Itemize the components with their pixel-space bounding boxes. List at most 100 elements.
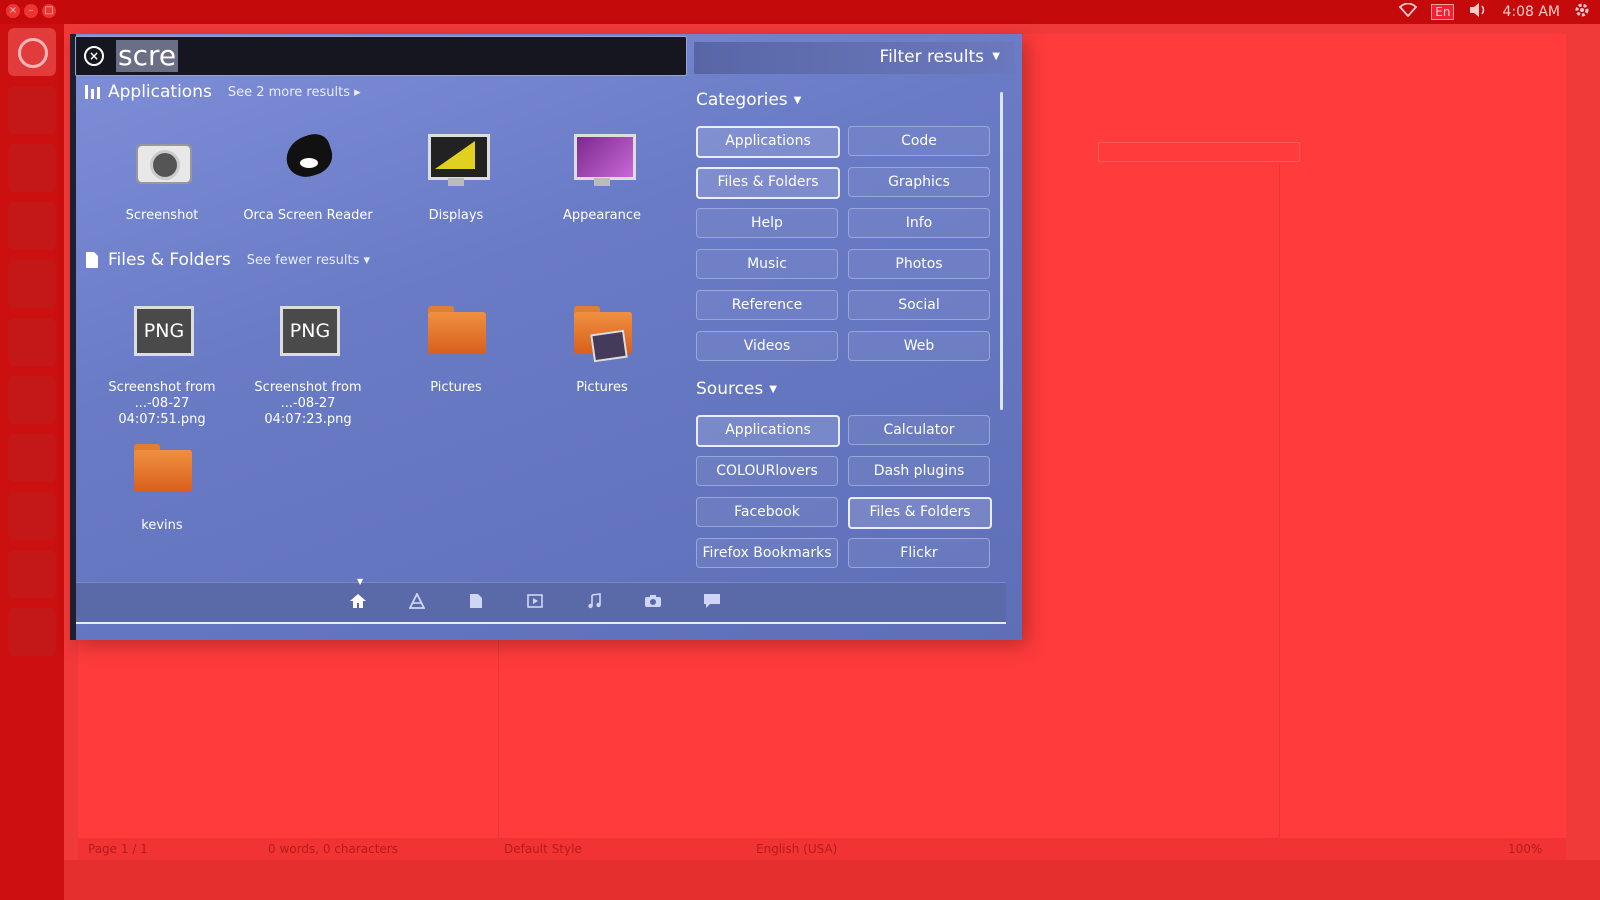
keyboard-layout-indicator[interactable]: En [1431, 4, 1455, 20]
categories-title: Categories [696, 90, 788, 110]
category-reference-button[interactable]: Reference [696, 290, 838, 320]
png-file-icon: PNG [278, 302, 340, 362]
displays-icon [426, 130, 490, 190]
categories-header[interactable]: Categories ▼ [696, 90, 801, 110]
status-zoom[interactable]: 100% [1508, 842, 1542, 856]
social-lens-icon[interactable] [702, 593, 722, 613]
files-section-title: Files & Folders [108, 250, 231, 270]
dropdown-arrow-icon: ▼ [992, 51, 1000, 62]
dash-home-button[interactable] [8, 28, 56, 76]
result-label: Pictures [576, 380, 628, 395]
source-applications-button[interactable]: Applications [696, 415, 840, 447]
category-videos-button[interactable]: Videos [696, 331, 838, 361]
indicator-area: En 4:08 AM [1398, 2, 1590, 22]
dash-border [76, 622, 1006, 624]
dash-edge [70, 34, 76, 640]
category-photos-button[interactable]: Photos [848, 249, 990, 279]
launcher-app-icon[interactable] [8, 202, 56, 250]
source-colourlovers-button[interactable]: COLOURlovers [696, 456, 838, 486]
result-label: Pictures [430, 380, 482, 395]
folder-icon [426, 302, 486, 362]
orca-icon [278, 129, 338, 190]
camera-icon [132, 130, 192, 190]
applications-section-title: Applications [108, 82, 212, 102]
wifi-icon[interactable] [1398, 2, 1418, 21]
result-screenshot-file-2[interactable]: PNG Screenshot from ...-08-27 04:07:23.pn… [238, 302, 378, 428]
see-fewer-results-link[interactable]: See fewer results ▾ [247, 253, 370, 268]
result-kevins-folder[interactable]: kevins [92, 440, 232, 534]
category-files-folders-button[interactable]: Files & Folders [696, 167, 840, 199]
result-appearance[interactable]: Appearance [532, 130, 672, 224]
filter-results-label: Filter results [879, 47, 984, 67]
search-input[interactable]: × scre [75, 36, 687, 76]
result-pictures-folder-2[interactable]: Pictures [532, 302, 672, 396]
ruler [1098, 142, 1300, 162]
launcher-browser-icon[interactable] [8, 144, 56, 192]
result-displays[interactable]: Displays [386, 130, 526, 224]
window-maximize-icon[interactable]: □ [42, 4, 56, 18]
filter-scrollbar[interactable] [1000, 92, 1003, 410]
clock[interactable]: 4:08 AM [1502, 4, 1560, 20]
appearance-icon [572, 130, 636, 190]
launcher-amazon-icon[interactable] [8, 492, 56, 540]
sources-title: Sources [696, 379, 764, 399]
source-files-folders-button[interactable]: Files & Folders [848, 497, 992, 529]
launcher-writer-icon[interactable] [8, 260, 56, 308]
category-music-button[interactable]: Music [696, 249, 838, 279]
search-query[interactable]: scre [116, 40, 179, 72]
status-word-count: 0 words, 0 characters [268, 842, 398, 856]
result-label: Displays [428, 208, 484, 223]
result-screenshot-file-1[interactable]: PNG Screenshot from ...-08-27 04:07:51.pn… [92, 302, 232, 428]
applications-icon [84, 83, 102, 101]
top-panel: × – □ En 4:08 AM [0, 0, 1600, 24]
category-web-button[interactable]: Web [848, 331, 990, 361]
source-dash-plugins-button[interactable]: Dash plugins [848, 456, 990, 486]
window-minimize-icon[interactable]: – [24, 4, 38, 18]
result-orca-screen-reader[interactable]: Orca Screen Reader [238, 129, 378, 224]
photos-lens-icon[interactable] [643, 593, 663, 613]
pictures-folder-icon [572, 302, 632, 363]
video-lens-icon[interactable] [525, 593, 545, 613]
status-page: Page 1 / 1 [88, 842, 148, 856]
applications-lens-icon[interactable] [407, 591, 427, 613]
launcher-impress-icon[interactable] [8, 376, 56, 424]
dropdown-arrow-icon: ▼ [793, 94, 802, 106]
folder-icon [132, 440, 192, 500]
home-icon[interactable] [348, 593, 368, 613]
result-label: Screenshot [125, 208, 199, 223]
source-facebook-button[interactable]: Facebook [696, 497, 838, 527]
window-close-icon[interactable]: × [6, 4, 20, 18]
launcher-software-icon[interactable] [8, 434, 56, 482]
files-lens-icon[interactable] [466, 593, 486, 613]
applications-section-header: Applications See 2 more results ▸ [84, 82, 361, 102]
launcher-calc-icon[interactable] [8, 318, 56, 366]
gear-icon[interactable] [1574, 2, 1590, 22]
result-pictures-folder[interactable]: Pictures [386, 302, 526, 396]
launcher-settings-icon[interactable] [8, 550, 56, 598]
category-applications-button[interactable]: Applications [696, 126, 840, 158]
file-icon [84, 251, 102, 269]
desktop-background [64, 860, 1600, 900]
source-firefox-bookmarks-button[interactable]: Firefox Bookmarks [696, 538, 838, 568]
result-label: kevins [141, 518, 183, 533]
result-label: Appearance [562, 208, 642, 223]
music-lens-icon[interactable] [584, 593, 604, 613]
png-file-icon: PNG [132, 302, 194, 362]
result-screenshot[interactable]: Screenshot [92, 130, 232, 224]
category-graphics-button[interactable]: Graphics [848, 167, 990, 197]
category-info-button[interactable]: Info [848, 208, 990, 238]
dash-overlay: × scre Filter results ▼ Applications See… [70, 34, 1022, 640]
category-code-button[interactable]: Code [848, 126, 990, 156]
sources-header[interactable]: Sources ▼ [696, 379, 777, 399]
source-calculator-button[interactable]: Calculator [848, 415, 990, 445]
launcher-trash-icon[interactable] [8, 608, 56, 656]
volume-icon[interactable] [1468, 2, 1488, 22]
close-icon[interactable]: × [84, 46, 104, 66]
see-more-results-link[interactable]: See 2 more results ▸ [228, 85, 361, 100]
lens-bar: ▼ [76, 577, 1006, 623]
launcher-files-icon[interactable] [8, 86, 56, 134]
category-social-button[interactable]: Social [848, 290, 990, 320]
source-flickr-button[interactable]: Flickr [848, 538, 990, 568]
category-help-button[interactable]: Help [696, 208, 838, 238]
filter-results-toggle[interactable]: Filter results ▼ [694, 42, 1014, 74]
